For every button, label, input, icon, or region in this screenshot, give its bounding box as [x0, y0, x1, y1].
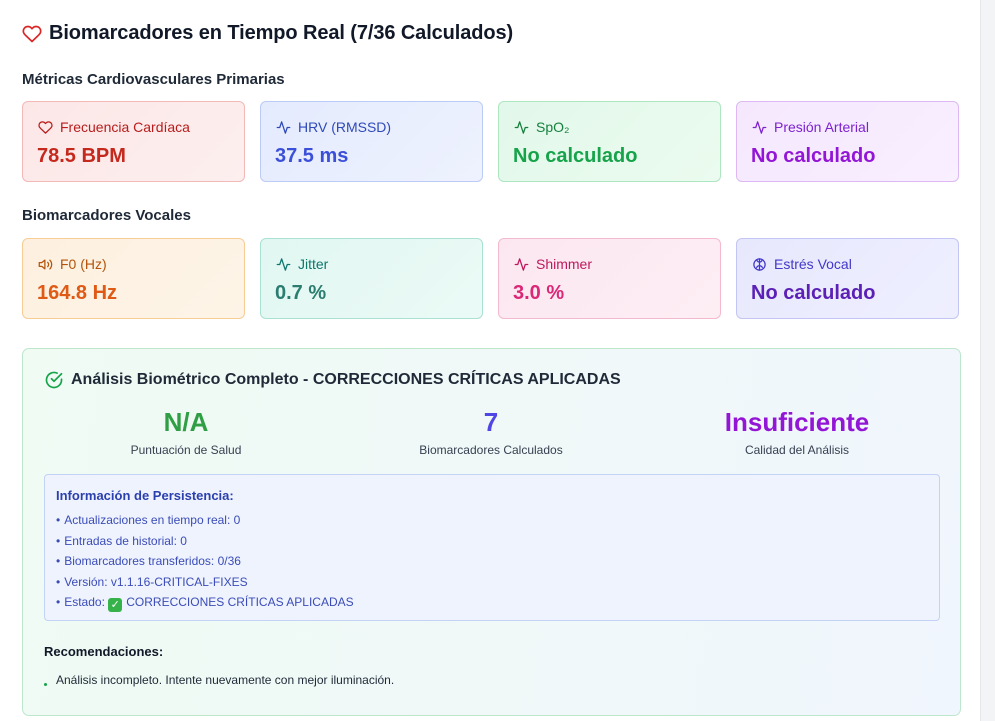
- list-item: • Estado: ✓ CORRECCIONES CRÍTICAS APLICADA…: [56, 595, 354, 612]
- heart-rate-label: Frecuencia Cardíaca: [60, 119, 190, 135]
- blood-pressure-label: Presión Arterial: [774, 119, 869, 135]
- jitter-label: Jitter: [298, 256, 329, 272]
- calculated-count-label: Biomarcadores Calculados: [419, 443, 563, 457]
- health-score-stat: N/A Puntuación de Salud: [36, 407, 336, 457]
- heart-icon: [38, 120, 53, 134]
- list-item: • Entradas de historial: 0: [56, 533, 187, 548]
- list-item: • Versión: v1.1.16-CRITICAL-FIXES: [56, 574, 248, 589]
- heart-icon: [22, 25, 42, 42]
- hrv-card: HRV (RMSSD) 37.5 ms: [260, 101, 483, 182]
- panel-header: Biomarcadores en Tiempo Real (7/36 Calcu…: [22, 22, 513, 45]
- bullet-icon: [44, 682, 47, 686]
- persistence-info: Información de Persistencia: • Actualizac…: [44, 474, 940, 621]
- health-score-value: N/A: [163, 407, 209, 437]
- spo2-card: SpO₂ No calculado: [498, 101, 721, 182]
- brain-icon: [753, 257, 766, 271]
- jitter-card: Jitter 0.7 %: [260, 238, 483, 319]
- recommendation-item: Análisis incompleto. Intente nuevamente …: [44, 673, 394, 687]
- activity-icon: [514, 257, 529, 271]
- health-score-label: Puntuación de Salud: [130, 443, 242, 457]
- activity-icon: [752, 120, 767, 134]
- blood-pressure-value: No calculado: [751, 145, 876, 167]
- check-circle-icon: [45, 371, 63, 389]
- page-title: Biomarcadores en Tiempo Real (7/36 Calcu…: [49, 22, 514, 44]
- analysis-quality-value: Insuficiente: [724, 407, 870, 437]
- recommendations-heading: Recomendaciones:: [44, 644, 164, 659]
- f0-value: 164.8 Hz: [37, 282, 118, 304]
- vocal-stress-card: Estrés Vocal No calculado: [736, 238, 959, 319]
- cardio-section-label: Métricas Cardiovasculares Primarias: [22, 71, 285, 88]
- shimmer-label: Shimmer: [536, 256, 593, 272]
- hrv-label: HRV (RMSSD): [298, 119, 392, 135]
- heart-rate-card: Frecuencia Cardíaca 78.5 BPM: [22, 101, 245, 182]
- list-item: • Biomarcadores transferidos: 0/36: [56, 554, 241, 568]
- analysis-summary: Análisis Biométrico Completo - CORRECCIO…: [22, 348, 961, 716]
- vocal-stress-value: No calculado: [751, 282, 876, 304]
- check-mark-icon: ✓: [108, 598, 123, 612]
- persistence-list: • Actualizaciones en tiempo real: 0 • Entr…: [56, 513, 354, 616]
- activity-icon: [276, 120, 291, 134]
- hrv-value: 37.5 ms: [275, 145, 349, 167]
- calculated-count-value: 7: [483, 407, 499, 437]
- analysis-quality-label: Calidad del Análisis: [744, 443, 850, 457]
- spo2-label: SpO₂: [536, 119, 570, 135]
- spo2-value: No calculado: [513, 145, 638, 167]
- calculated-count-stat: 7 Biomarcadores Calculados: [341, 407, 641, 457]
- jitter-value: 0.7 %: [275, 282, 327, 304]
- heart-rate-value: 78.5 BPM: [37, 145, 126, 167]
- analysis-quality-stat: Insuficiente Calidad del Análisis: [647, 407, 947, 457]
- vocal-section-label: Biomarcadores Vocales: [22, 207, 191, 224]
- shimmer-card: Shimmer 3.0 %: [498, 238, 721, 319]
- analysis-title: Análisis Biométrico Completo - CORRECCIO…: [71, 371, 621, 388]
- speaker-icon: [38, 259, 53, 269]
- shimmer-value: 3.0 %: [513, 282, 565, 304]
- blood-pressure-card: Presión Arterial No calculado: [736, 101, 959, 182]
- activity-icon: [514, 120, 529, 134]
- list-item: • Actualizaciones en tiempo real: 0: [56, 513, 241, 527]
- activity-icon: [276, 257, 291, 271]
- vocal-stress-label: Estrés Vocal: [774, 256, 852, 272]
- persistence-heading: Información de Persistencia:: [56, 488, 234, 503]
- biomarkers-panel: Biomarcadores en Tiempo Real (7/36 Calcu…: [0, 0, 981, 721]
- f0-label: F0 (Hz): [60, 256, 107, 272]
- f0-card: F0 (Hz) 164.8 Hz: [22, 238, 245, 319]
